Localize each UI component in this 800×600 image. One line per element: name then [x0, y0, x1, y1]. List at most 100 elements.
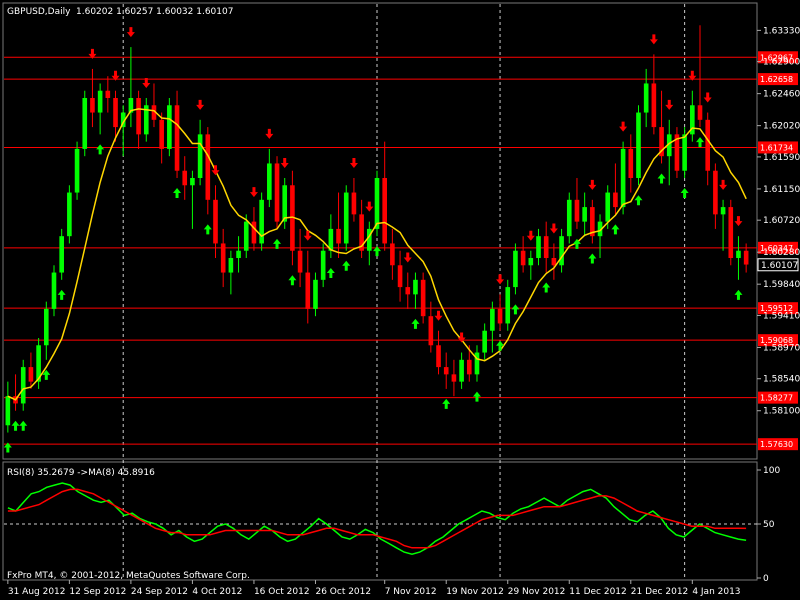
candle-body	[413, 279, 418, 295]
date-tick-label: 24 Sep 2012	[131, 587, 188, 597]
candle-body	[682, 134, 687, 171]
rsi-tick-label: 50	[763, 520, 775, 530]
rsi-tick-label: 100	[763, 466, 780, 476]
candle-body	[74, 148, 80, 193]
candle-body	[451, 374, 457, 382]
candle-body	[559, 236, 564, 266]
date-tick-label: 16 Oct 2012	[254, 587, 310, 597]
date-tick-label: 26 Oct 2012	[315, 587, 371, 597]
candle-body	[443, 367, 449, 375]
chart-canvas: 1.629671.626581.617341.603471.595121.590…	[0, 0, 800, 600]
candle-body	[574, 199, 580, 222]
horizontal-level-label: 1.62658	[760, 75, 793, 84]
candle-body	[43, 308, 49, 346]
candle-body	[420, 279, 426, 317]
candle-body	[490, 308, 495, 331]
candle-body	[320, 250, 326, 280]
price-tick-label: 1.62460	[763, 90, 800, 100]
candle-body	[220, 243, 226, 273]
price-tick-label: 1.58100	[763, 407, 800, 417]
horizontal-level-label: 1.58277	[760, 394, 793, 403]
candle-body	[351, 192, 357, 215]
date-tick-label: 29 Nov 2012	[508, 587, 566, 597]
candle-body	[213, 199, 218, 244]
candle-body	[305, 272, 311, 309]
candle-body	[136, 98, 141, 135]
candle-body	[5, 396, 11, 426]
horizontal-level-label: 1.57630	[760, 440, 793, 449]
candle-body	[174, 105, 180, 171]
candle-body	[313, 279, 318, 309]
candle-body	[274, 163, 280, 222]
candle-body	[566, 199, 572, 237]
candle-body	[59, 236, 64, 273]
candle-body	[736, 250, 741, 258]
candle-body	[528, 258, 534, 266]
candle-body	[720, 207, 726, 215]
date-tick-label: 19 Nov 2012	[446, 587, 504, 597]
current-price-label: 1.60107	[761, 261, 798, 271]
candle-body	[466, 359, 472, 375]
price-tick-label: 1.60280	[763, 248, 800, 258]
date-tick-label: 11 Dec 2012	[569, 587, 627, 597]
candle-body	[282, 185, 288, 222]
candle-body	[197, 134, 203, 178]
horizontal-level-label: 1.61734	[760, 143, 793, 152]
candle-body	[97, 90, 103, 113]
candle-body	[436, 345, 441, 368]
candle-body	[713, 170, 718, 215]
ohlc-values: 1.60202 1.60257 1.60032 1.60107	[76, 7, 233, 17]
price-tick-label: 1.61590	[763, 153, 800, 163]
candle-body	[82, 98, 88, 149]
candle-body	[20, 367, 26, 404]
candle-body	[482, 330, 487, 353]
candle-body	[405, 287, 411, 295]
candle-body	[613, 192, 618, 208]
candle-body	[236, 250, 241, 258]
candle-body	[505, 287, 511, 324]
candle-body	[67, 192, 72, 237]
candle-body	[336, 228, 341, 244]
date-tick-label: 4 Jan 2013	[692, 587, 740, 597]
candle-body	[651, 83, 657, 128]
candle-body	[397, 265, 403, 288]
price-tick-label: 1.62900	[763, 58, 800, 68]
price-tick-label: 1.63330	[763, 26, 800, 36]
candle-body	[390, 243, 395, 266]
date-tick-label: 31 Aug 2012	[8, 587, 66, 597]
candle-body	[90, 98, 95, 113]
date-tick-label: 12 Sep 2012	[69, 587, 126, 597]
price-tick-label: 1.60720	[763, 216, 800, 226]
price-tick-label: 1.61150	[763, 185, 800, 195]
date-tick-label: 7 Nov 2012	[385, 587, 437, 597]
price-tick-label: 1.58970	[763, 343, 800, 353]
candle-body	[520, 250, 526, 266]
candle-body	[705, 119, 711, 171]
price-tick-label: 1.59840	[763, 280, 800, 290]
candle-body	[536, 236, 541, 258]
candle-body	[628, 148, 634, 178]
date-tick-label: 4 Oct 2012	[192, 587, 242, 597]
candle-body	[297, 250, 303, 273]
candle-body	[343, 192, 349, 244]
candle-body	[543, 236, 549, 258]
candle-body	[428, 316, 434, 346]
candle-body	[551, 258, 557, 266]
candle-body	[382, 178, 387, 244]
candle-body	[190, 178, 195, 186]
rsi-title: RSI(8) 35.2679 ->MA(8) 45.8916	[7, 468, 155, 478]
candle-body	[697, 105, 703, 120]
candle-body	[728, 207, 734, 258]
candle-body	[620, 148, 626, 208]
price-tick-label: 1.59410	[763, 311, 800, 321]
candle-body	[113, 98, 118, 128]
candle-body	[159, 119, 164, 149]
candle-body	[267, 163, 272, 200]
rsi-tick-label: 0	[763, 574, 769, 584]
candle-body	[105, 90, 111, 98]
candle-body	[582, 207, 587, 222]
candle-body	[513, 250, 518, 288]
copyright-text: FxPro MT4, © 2001-2012, MetaQuotes Softw…	[7, 571, 250, 581]
candle-body	[605, 192, 611, 222]
candle-body	[497, 308, 503, 324]
